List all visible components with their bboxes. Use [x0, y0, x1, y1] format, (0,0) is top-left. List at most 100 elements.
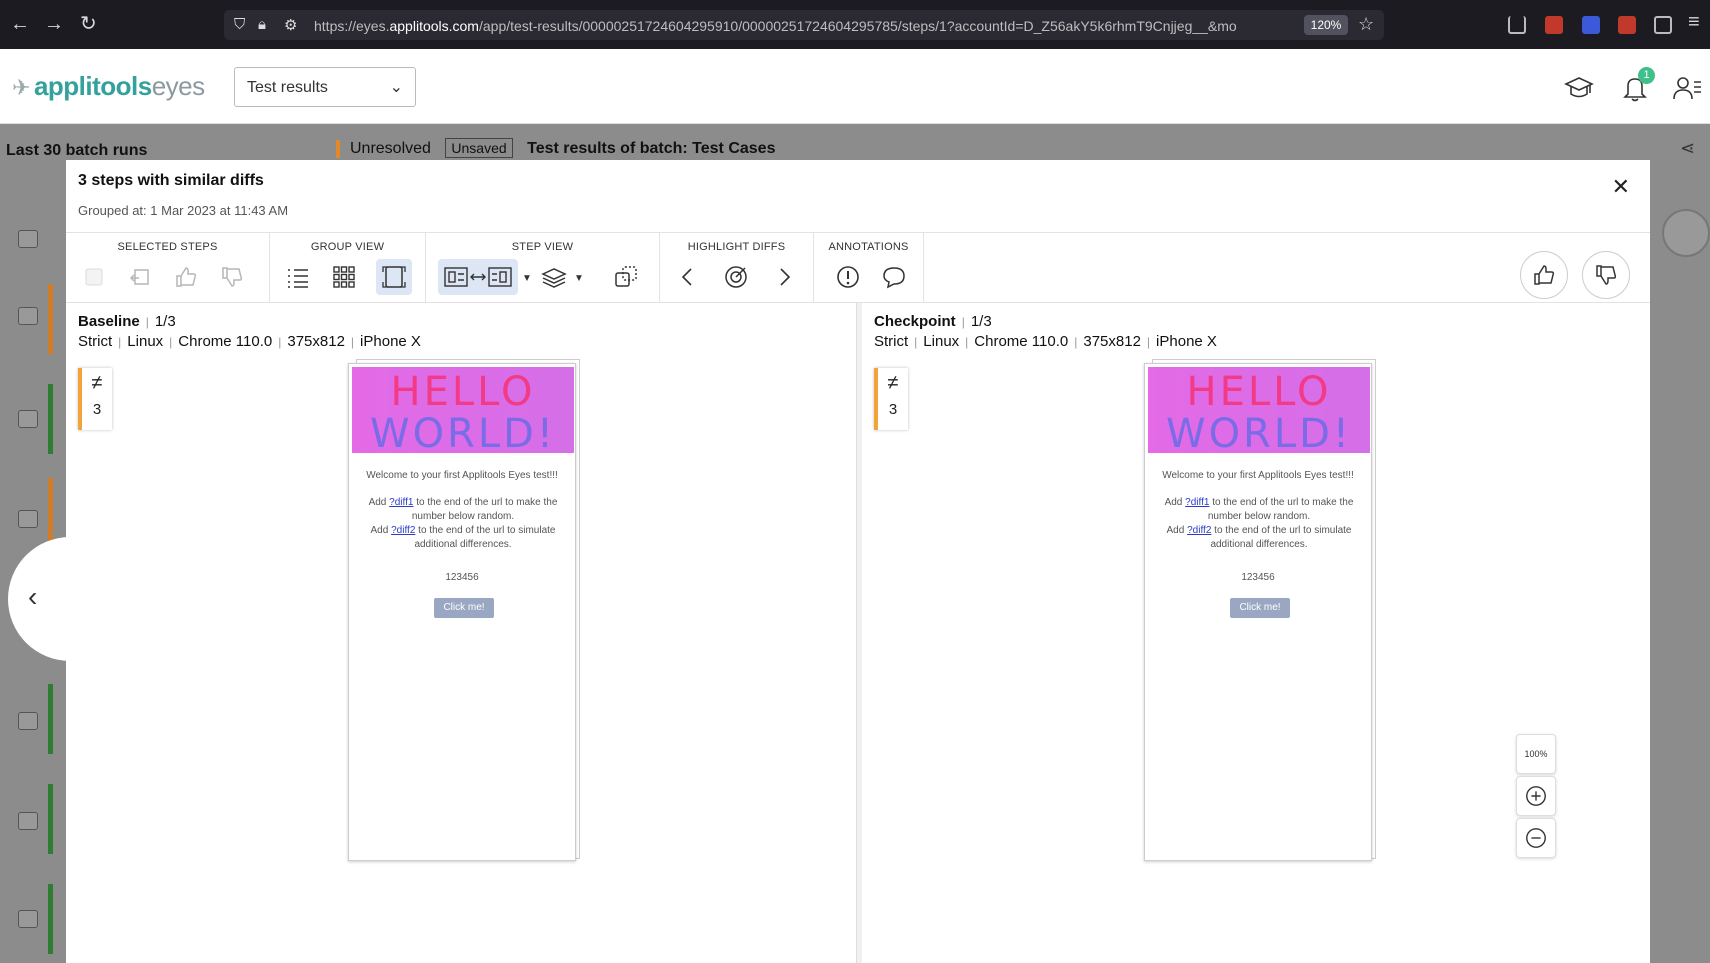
- previous-diff-icon[interactable]: [670, 259, 706, 295]
- url-text[interactable]: https://eyes.applitools.com/app/test-res…: [314, 18, 1294, 34]
- remark-comment-icon[interactable]: [876, 259, 912, 295]
- device-label: iPhone X: [360, 333, 421, 350]
- modal-toolbar: SELECTED STEPS GROUP VIEW STEP VIEW ▼ ▼ …: [66, 232, 1650, 303]
- next-diff-icon[interactable]: [766, 259, 802, 295]
- issue-icon[interactable]: [830, 259, 866, 295]
- step-view-group: STEP VIEW ▼ ▼: [426, 233, 660, 302]
- chevron-left-icon: ‹: [28, 581, 38, 612]
- status-label: Unresolved: [336, 140, 431, 158]
- back-icon[interactable]: ←: [10, 14, 30, 34]
- diff-count-badge[interactable]: ≠ 3: [874, 368, 908, 430]
- baseline-screenshot[interactable]: HELLO WORLD! Welcome to your first Appli…: [348, 363, 576, 861]
- batch-runs-title: Last 30 batch runs: [6, 142, 148, 159]
- compare-overlay-icon[interactable]: [608, 259, 644, 295]
- panel-label: Checkpoint: [874, 313, 956, 330]
- row-status-stripe: [48, 284, 53, 354]
- extension-icon[interactable]: [1582, 16, 1600, 34]
- welcome-text: Welcome to your first Applitools Eyes te…: [1162, 470, 1354, 481]
- zoom-in-button[interactable]: [1516, 776, 1556, 816]
- selected-steps-group: SELECTED STEPS: [66, 233, 270, 302]
- viewport-label: 375x812: [1083, 333, 1141, 350]
- forward-icon[interactable]: →: [44, 14, 64, 34]
- diff-count: 3: [92, 401, 102, 418]
- browser-toolbar: ← → ↻ ⛉ 🔒︎ ⚙ https://eyes.applitools.com…: [0, 0, 1710, 49]
- row-checkbox[interactable]: [18, 812, 38, 830]
- extension-icon[interactable]: [1618, 16, 1636, 34]
- checkpoint-meta: Strict | Linux | Chrome 110.0 | 375x812 | iPhone…: [874, 333, 1217, 350]
- approve-thumbs-up-button[interactable]: [1520, 251, 1568, 299]
- diff-count-badge[interactable]: ≠ 3: [78, 368, 112, 430]
- browser-label: Chrome 110.0: [974, 333, 1069, 350]
- zoom-level-badge[interactable]: 120%: [1304, 15, 1348, 35]
- match-level: Strict: [874, 333, 909, 350]
- highlight-diffs-group: HIGHLIGHT DIFFS: [660, 233, 814, 302]
- user-menu-icon[interactable]: [1672, 73, 1702, 103]
- minus-circle-icon: [1526, 828, 1546, 848]
- select-all-checkbox[interactable]: [76, 259, 112, 295]
- close-icon[interactable]: ✕: [1612, 174, 1630, 200]
- not-equal-icon: ≠: [91, 372, 103, 394]
- row-status-stripe: [48, 384, 53, 454]
- baseline-screenshot-stack[interactable]: HELLO WORLD! Welcome to your first Appli…: [348, 355, 582, 861]
- row-status-stripe: [48, 684, 53, 754]
- instructions-text: Add ?diff1 to the end of the url to make…: [1164, 497, 1354, 550]
- extension-icon[interactable]: [1545, 16, 1563, 34]
- thumbs-down-icon[interactable]: [214, 259, 250, 295]
- row-checkbox[interactable]: [18, 712, 38, 730]
- welcome-text: Welcome to your first Applitools Eyes te…: [366, 470, 558, 481]
- url-bar[interactable]: ⛉ 🔒︎ ⚙ https://eyes.applitools.com/app/t…: [224, 10, 1384, 40]
- layers-icon[interactable]: [536, 259, 572, 295]
- thumbs-up-icon[interactable]: [168, 259, 204, 295]
- panel-label: Baseline: [78, 313, 140, 330]
- fit-to-100-button[interactable]: 100%: [1516, 734, 1556, 774]
- test-results-dropdown[interactable]: Test results ⌄: [234, 67, 416, 107]
- lock-icon[interactable]: 🔒︎: [258, 16, 266, 33]
- row-checkbox[interactable]: [18, 910, 38, 928]
- chevron-down-icon: ⌄: [389, 79, 403, 96]
- unsaved-badge: Unsaved: [445, 138, 513, 158]
- group-title: HIGHLIGHT DIFFS: [687, 241, 786, 253]
- row-checkbox[interactable]: [18, 307, 38, 325]
- single-view-icon[interactable]: [376, 259, 412, 295]
- highlight-target-icon[interactable]: [718, 259, 754, 295]
- permissions-icon[interactable]: ⚙: [284, 16, 297, 34]
- group-title: SELECTED STEPS: [117, 241, 218, 253]
- click-me-button: Click me!: [1230, 598, 1290, 618]
- instructions-text: Add ?diff1 to the end of the url to make…: [368, 497, 558, 550]
- applitools-logo[interactable]: ✈ applitoolseyes: [12, 71, 205, 102]
- checkpoint-screenshot[interactable]: HELLO WORLD! Welcome to your first Appli…: [1144, 363, 1372, 861]
- copy-baseline-icon[interactable]: [122, 259, 158, 295]
- downloads-icon[interactable]: [1508, 16, 1526, 34]
- menu-icon[interactable]: ≡: [1688, 12, 1700, 32]
- row-status-stripe: [48, 784, 53, 854]
- shield-icon[interactable]: ⛉: [234, 16, 245, 33]
- checkpoint-screenshot-stack[interactable]: HELLO WORLD! Welcome to your first Appli…: [1144, 355, 1378, 861]
- zoom-out-button[interactable]: [1516, 818, 1556, 858]
- step-index: 1/3: [154, 313, 176, 330]
- row-checkbox[interactable]: [18, 510, 38, 528]
- os-label: Linux: [127, 333, 164, 350]
- bookmark-star-icon[interactable]: ☆: [1358, 14, 1374, 35]
- save-button[interactable]: [1662, 209, 1710, 257]
- batch-title: Test results of batch: Test Cases: [527, 140, 776, 157]
- chevron-down-icon[interactable]: ▼: [522, 273, 532, 284]
- row-checkbox[interactable]: [18, 230, 38, 248]
- not-equal-icon: ≠: [887, 372, 899, 394]
- reload-icon[interactable]: ↻: [80, 14, 97, 34]
- reject-thumbs-down-button[interactable]: [1582, 251, 1630, 299]
- plus-circle-icon: [1526, 786, 1546, 806]
- chevron-down-icon[interactable]: ▼: [574, 273, 584, 284]
- device-label: iPhone X: [1156, 333, 1217, 350]
- browser-label: Chrome 110.0: [178, 333, 273, 350]
- graduation-cap-icon[interactable]: [1564, 73, 1594, 103]
- extensions-puzzle-icon[interactable]: [1654, 16, 1672, 34]
- share-icon[interactable]: ⋖: [1680, 138, 1695, 159]
- checkpoint-header: Checkpoint | 1/3: [874, 313, 992, 330]
- baseline-header: Baseline | 1/3: [78, 313, 176, 330]
- grouped-at-text: Grouped at: 1 Mar 2023 at 11:43 AM: [78, 203, 289, 218]
- list-view-icon[interactable]: [280, 259, 316, 295]
- side-by-side-icon[interactable]: [438, 259, 518, 295]
- grid-view-icon[interactable]: [326, 259, 362, 295]
- row-checkbox[interactable]: [18, 410, 38, 428]
- hello-world-banner: HELLO WORLD!: [1148, 367, 1370, 457]
